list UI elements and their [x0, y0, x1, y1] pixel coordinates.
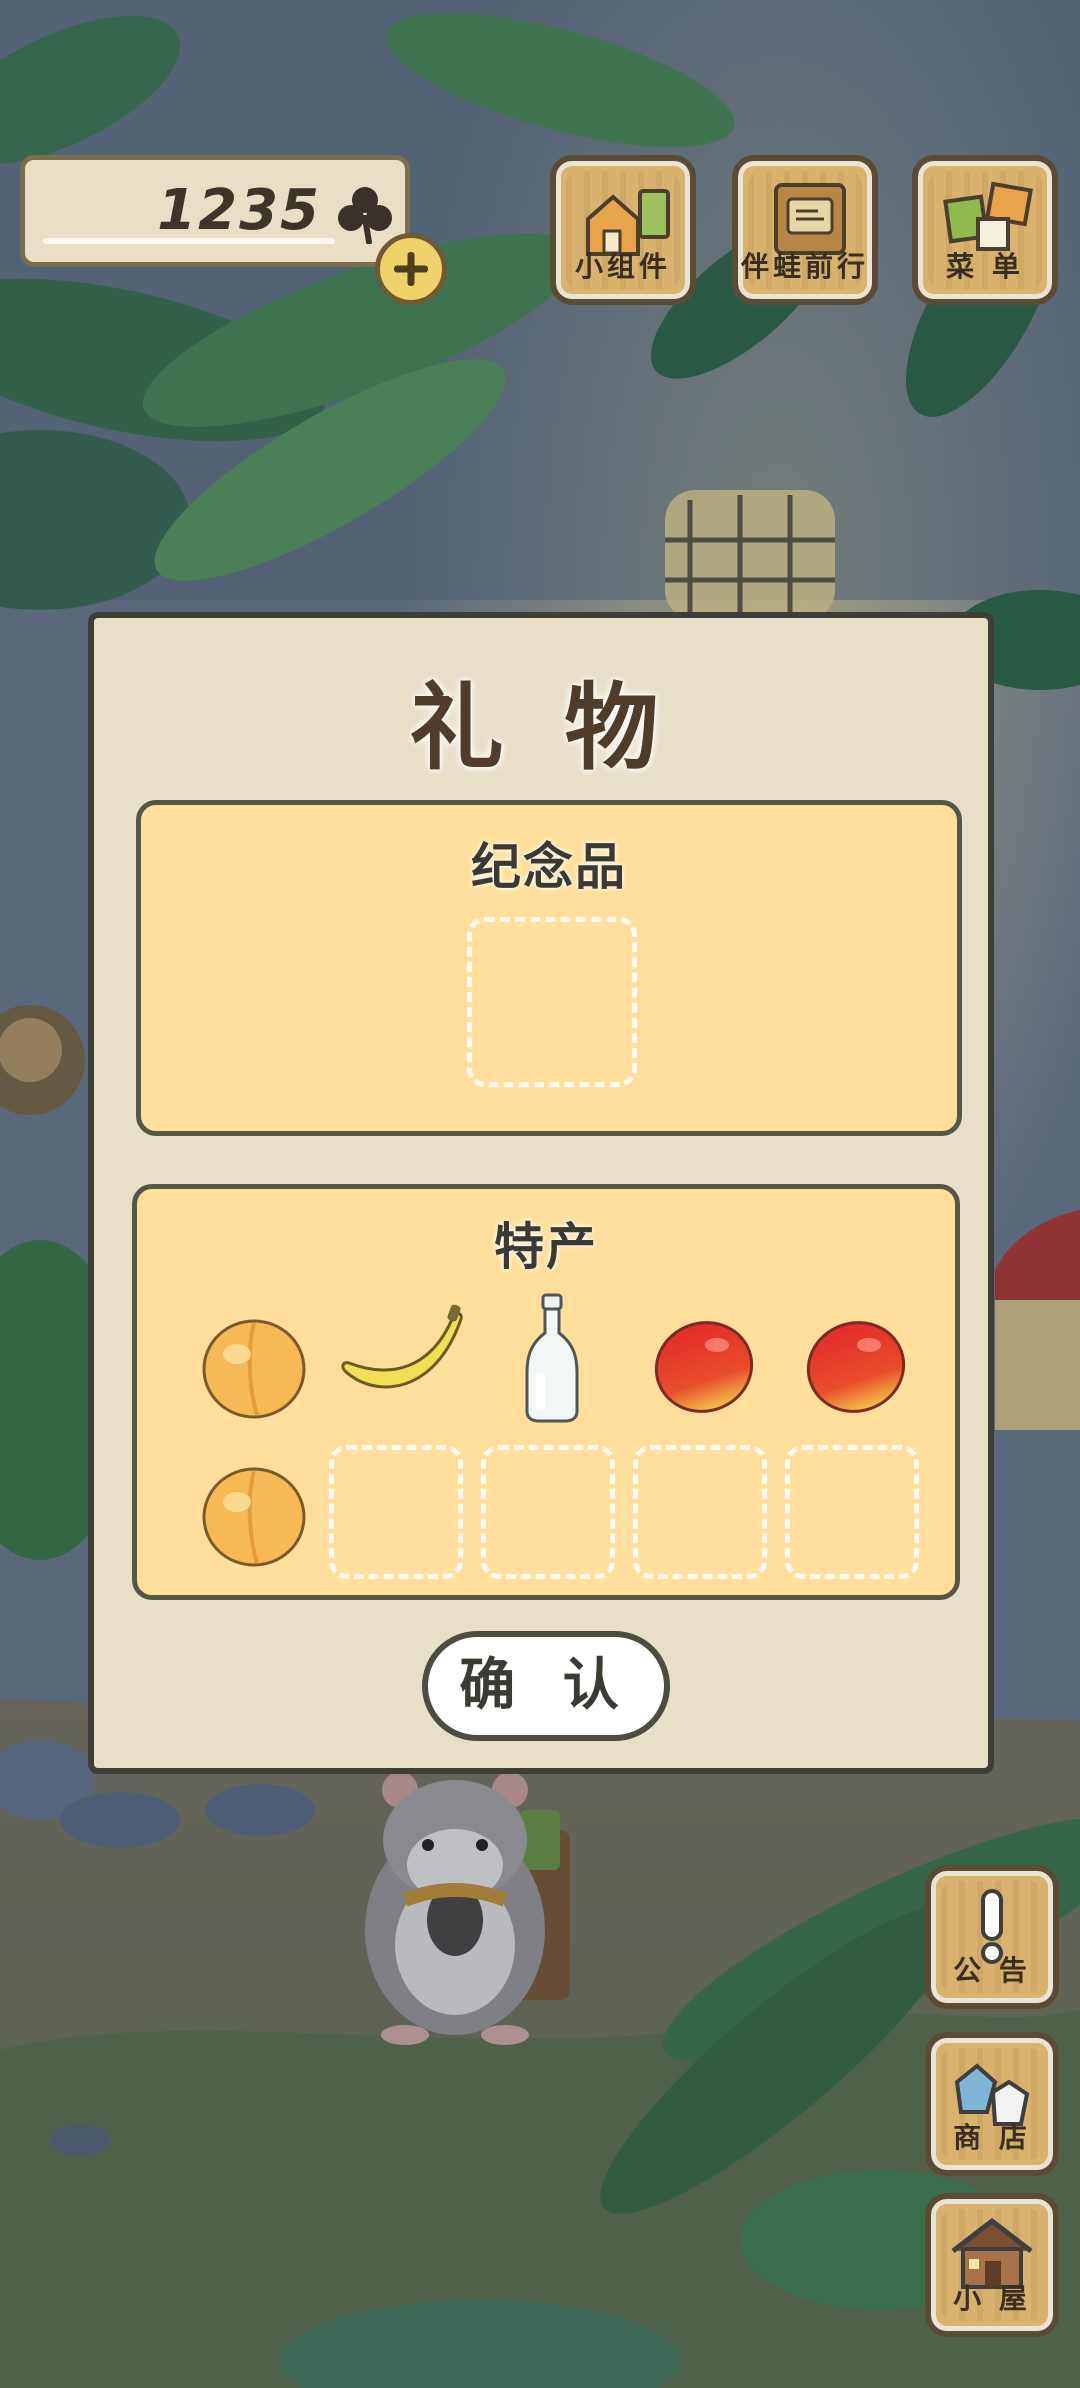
clover-counter: 1235 [20, 155, 410, 267]
clover-icon [338, 187, 392, 244]
travel-button[interactable]: 伴蛙前行 [732, 155, 878, 305]
specialty-slot-empty[interactable] [481, 1445, 615, 1579]
notice-label: 公 告 [953, 1954, 1031, 1987]
dialog-title: 礼 物 [409, 674, 673, 783]
shop-button[interactable]: 商 店 [925, 2032, 1059, 2176]
specialty-title: 特产 [494, 1218, 598, 1276]
confirm-button[interactable]: 确 认 [422, 1631, 670, 1741]
mango-icon[interactable] [637, 1299, 771, 1433]
specialty-slot-empty[interactable] [785, 1445, 919, 1579]
specialty-panel: 特产 [132, 1184, 960, 1600]
souvenir-slot-empty[interactable] [467, 917, 637, 1087]
specialty-slot-empty[interactable] [633, 1445, 767, 1579]
clover-count: 1235 [157, 178, 321, 243]
notice-button[interactable]: 公 告 [925, 1865, 1059, 2009]
peach-icon[interactable] [187, 1299, 321, 1433]
souvenir-panel: 纪念品 [136, 800, 962, 1136]
house-button[interactable]: 小 屋 [925, 2193, 1059, 2337]
widgets-label: 小组件 [574, 250, 671, 283]
gift-dialog: 礼 物 纪念品 特产 确 认 [88, 612, 994, 1774]
banana-icon[interactable] [335, 1299, 469, 1433]
souvenir-title: 纪念品 [471, 838, 627, 896]
glass-bottle-icon[interactable] [485, 1293, 619, 1427]
mango-icon[interactable] [789, 1299, 923, 1433]
menu-button[interactable]: 菜 单 [912, 155, 1058, 305]
travel-label: 伴蛙前行 [740, 250, 869, 283]
menu-label: 菜 单 [946, 250, 1024, 283]
peach-icon[interactable] [187, 1447, 321, 1581]
add-clover-button[interactable] [375, 233, 447, 305]
specialty-slot-empty[interactable] [329, 1445, 463, 1579]
widgets-button[interactable]: 小组件 [550, 155, 696, 305]
house-label: 小 屋 [953, 2282, 1031, 2315]
shop-label: 商 店 [953, 2121, 1031, 2154]
